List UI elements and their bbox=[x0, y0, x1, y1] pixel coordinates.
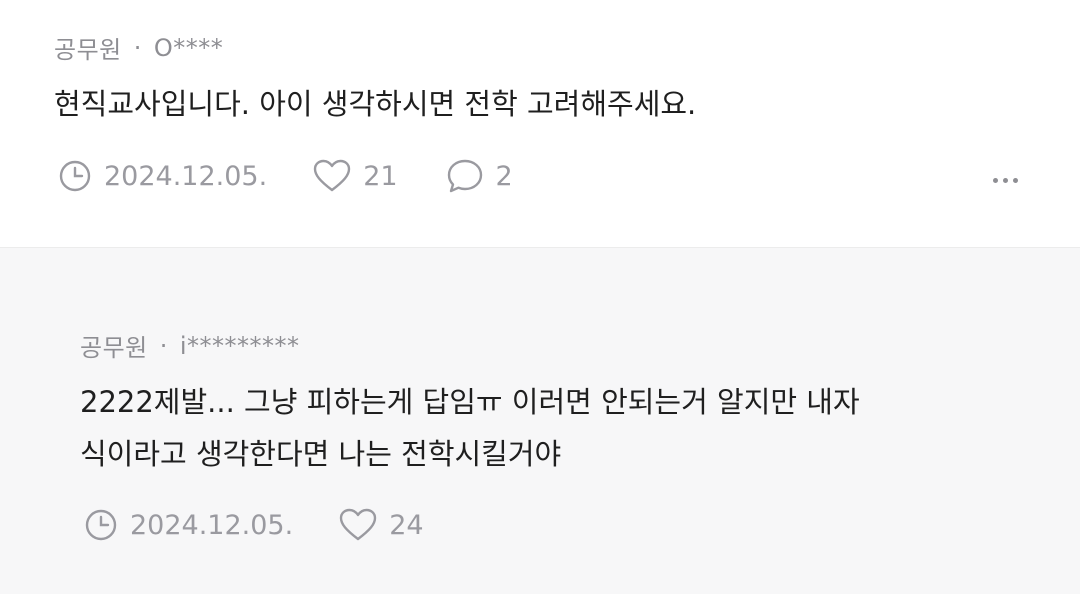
comment-meta: 2024.12.05. 21 2 bbox=[58, 158, 513, 194]
author-category: 공무원 bbox=[80, 334, 148, 362]
like-button[interactable]: 21 bbox=[313, 159, 398, 193]
more-dot bbox=[993, 178, 998, 183]
date-label: 2024.12.05. bbox=[104, 160, 268, 192]
more-dot bbox=[1003, 178, 1008, 183]
like-count: 21 bbox=[363, 160, 398, 192]
comment-card: 공무원 · O**** 현직교사입니다. 아이 생각하시면 전학 고려해주세요.… bbox=[0, 0, 1080, 248]
reply-count: 2 bbox=[495, 160, 513, 192]
reply-card: 공무원 · i********* 2222제발... 그냥 피하는게 답임ㅠ 이… bbox=[0, 248, 1080, 594]
reply-meta: 2024.12.05. 24 bbox=[84, 508, 424, 542]
author-separator: · bbox=[159, 331, 168, 360]
speech-bubble-icon bbox=[447, 159, 482, 193]
heart-icon bbox=[313, 159, 351, 192]
comment-date: 2024.12.05. bbox=[58, 159, 267, 193]
more-dot bbox=[1013, 178, 1018, 183]
comment-author: 공무원 · O**** bbox=[54, 30, 223, 65]
date-label: 2024.12.05. bbox=[130, 509, 294, 541]
clock-icon bbox=[59, 160, 91, 192]
author-username[interactable]: O**** bbox=[154, 34, 223, 62]
author-separator: · bbox=[133, 33, 142, 62]
like-count: 24 bbox=[389, 509, 424, 541]
reply-date: 2024.12.05. bbox=[84, 508, 293, 542]
more-dots-icon[interactable] bbox=[993, 178, 1018, 183]
reply-text: 2222제발... 그냥 피하는게 답임ㅠ 이러면 안되는거 알지만 내자 식이… bbox=[80, 385, 860, 471]
reply-button[interactable]: 2 bbox=[446, 158, 513, 194]
heart-icon bbox=[339, 508, 377, 541]
author-username[interactable]: i********* bbox=[180, 332, 300, 360]
clock-icon bbox=[85, 509, 117, 541]
comment-text: 현직교사입니다. 아이 생각하시면 전학 고려해주세요. bbox=[54, 87, 697, 121]
reply-author: 공무원 · i********* bbox=[80, 328, 300, 363]
like-button[interactable]: 24 bbox=[339, 508, 424, 542]
author-category: 공무원 bbox=[54, 36, 122, 64]
